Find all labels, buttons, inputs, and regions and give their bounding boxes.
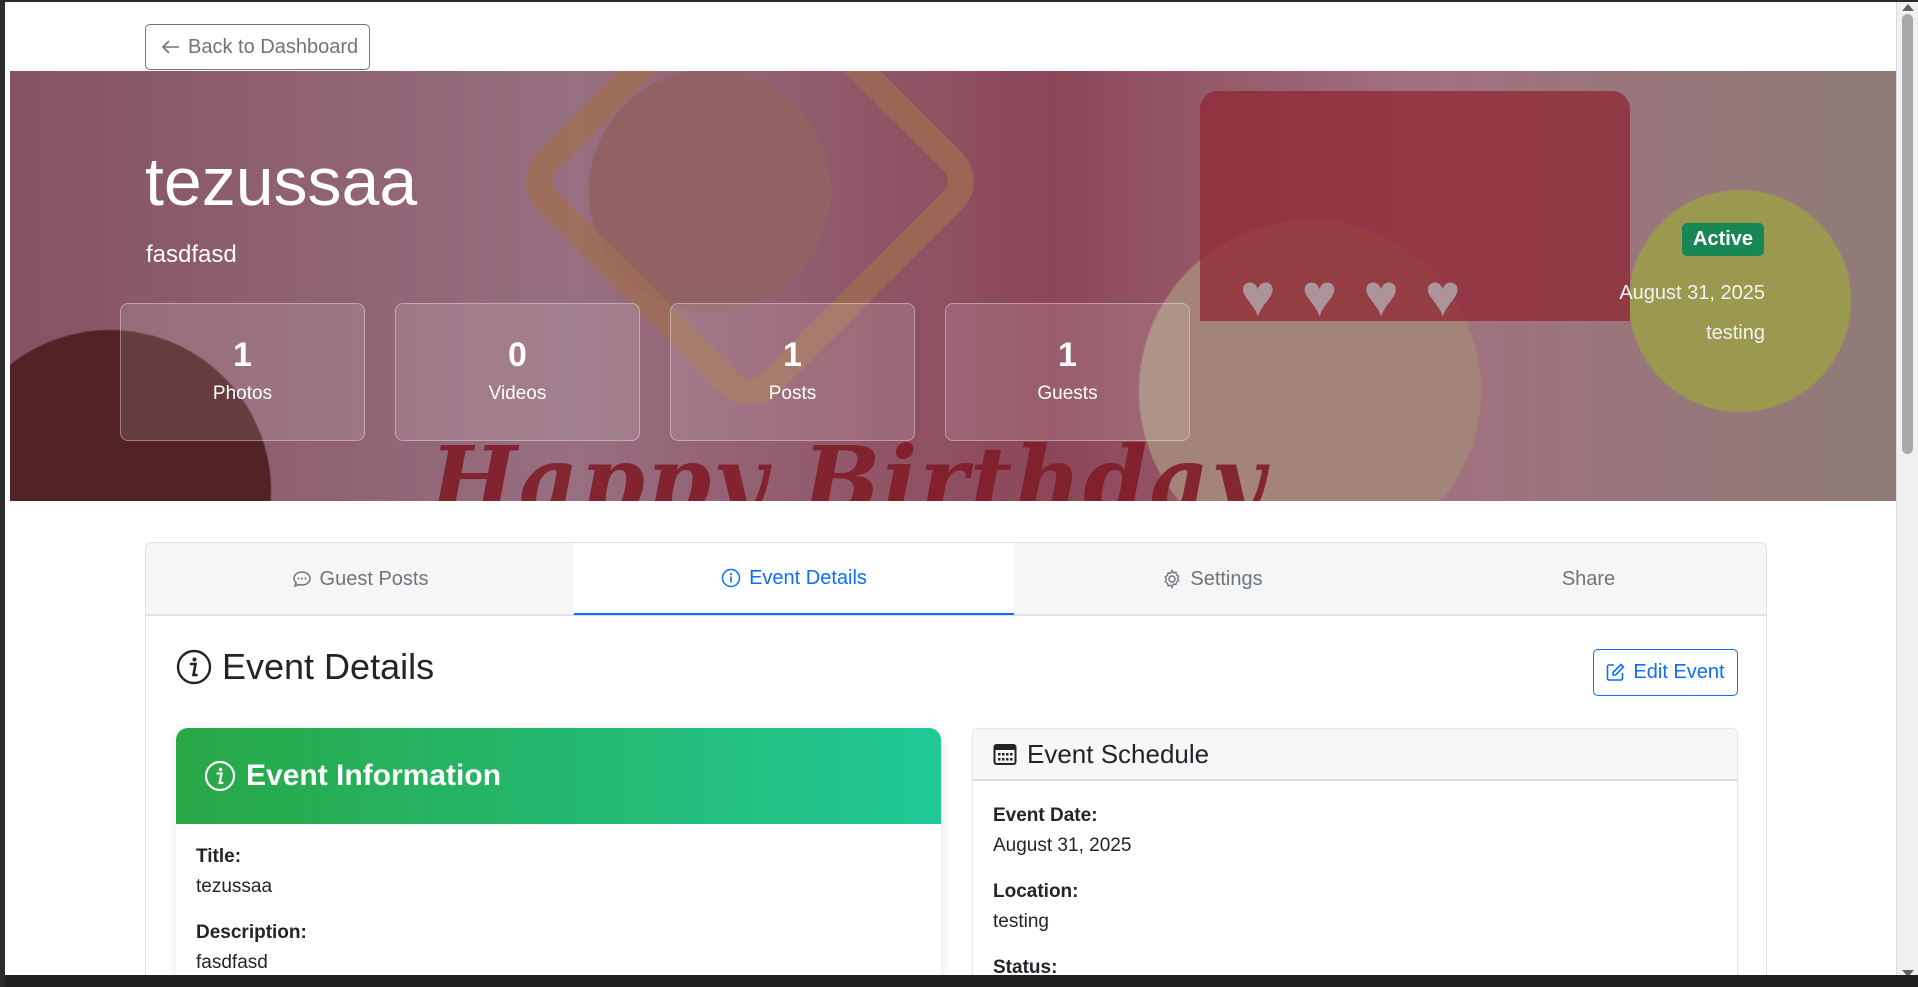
card-body: Event Date: August 31, 2025 Location: te… xyxy=(973,781,1737,979)
info-icon xyxy=(721,568,741,588)
status-badge: Active xyxy=(1682,223,1765,256)
stat-label: Guests xyxy=(1037,383,1098,404)
card-title: Event Information xyxy=(246,759,502,792)
taskbar-strip xyxy=(5,975,1918,987)
stat-value: 1 xyxy=(783,336,802,374)
tab-label: Settings xyxy=(1190,567,1263,590)
field-description: Description: fasdfasd xyxy=(196,922,921,974)
event-information-header: Event Information xyxy=(176,728,941,824)
event-tabs: Guest Posts Event Details Settings Share xyxy=(145,542,1767,616)
info-icon xyxy=(176,649,212,685)
field-value: August 31, 2025 xyxy=(993,835,1132,856)
event-cover-image: ♥♥♥♥ Happy Birthday tezussaa fasdfasd 1 … xyxy=(10,71,1902,501)
field-location: Location: testing xyxy=(993,881,1717,933)
tab-label: Guest Posts xyxy=(319,567,429,590)
stat-photos: 1 Photos xyxy=(120,303,365,441)
field-event-date: Event Date: August 31, 2025 xyxy=(993,805,1717,857)
stat-value: 1 xyxy=(1058,336,1077,374)
edit-icon xyxy=(1607,663,1626,681)
tab-guest-posts[interactable]: Guest Posts xyxy=(146,543,574,615)
field-label: Location: xyxy=(993,881,1079,902)
field-title: Title: tezussaa xyxy=(196,846,921,898)
calendar-icon xyxy=(993,744,1017,765)
event-schedule-card: Event Schedule Event Date: August 31, 20… xyxy=(972,728,1738,987)
stat-videos: 0 Videos xyxy=(395,303,640,441)
event-location: testing xyxy=(1706,322,1765,344)
field-value: tezussaa xyxy=(196,876,273,897)
gear-icon xyxy=(1164,569,1181,589)
arrow-left-icon xyxy=(162,40,179,54)
browser-viewport: Back to Dashboard ♥♥♥♥ Happy Birthday te… xyxy=(0,0,1918,987)
stat-label: Posts xyxy=(768,383,817,404)
event-schedule-header: Event Schedule xyxy=(973,729,1737,781)
back-to-dashboard-button[interactable]: Back to Dashboard xyxy=(145,24,370,70)
stat-value: 0 xyxy=(508,336,527,374)
tab-event-details[interactable]: Event Details xyxy=(574,543,1014,615)
edit-button-label: Edit Event xyxy=(1633,661,1725,683)
event-subtitle: fasdfasd xyxy=(146,241,237,268)
back-button-label: Back to Dashboard xyxy=(188,35,359,58)
section-title-text: Event Details xyxy=(222,646,435,687)
scrollbar-thumb[interactable] xyxy=(1902,14,1913,454)
field-label: Event Date: xyxy=(993,805,1098,826)
stat-posts: 1 Posts xyxy=(670,303,915,441)
chat-icon xyxy=(292,571,311,588)
tab-share[interactable]: Share xyxy=(1411,543,1766,615)
card-body: Title: tezussaa Description: fasdfasd xyxy=(176,824,941,974)
tab-label: Share xyxy=(1561,567,1616,590)
info-icon xyxy=(204,760,236,792)
field-label: Description: xyxy=(196,922,307,943)
vertical-scrollbar[interactable] xyxy=(1896,2,1918,987)
stat-value: 1 xyxy=(233,336,252,374)
event-title: tezussaa xyxy=(145,144,418,220)
field-value: fasdfasd xyxy=(196,952,268,973)
event-information-card: Event Information Title: tezussaa Descri… xyxy=(176,728,941,987)
field-label: Title: xyxy=(196,846,242,867)
stat-label: Photos xyxy=(212,383,273,404)
event-details-panel: Event Details Edit Event Event Informati… xyxy=(145,616,1767,987)
tab-label: Event Details xyxy=(749,566,867,589)
event-date: August 31, 2025 xyxy=(1619,282,1765,304)
stat-guests: 1 Guests xyxy=(945,303,1190,441)
tab-settings[interactable]: Settings xyxy=(1014,543,1411,615)
edit-event-button[interactable]: Edit Event xyxy=(1593,649,1738,696)
section-title: Event Details xyxy=(176,646,434,688)
card-title: Event Schedule xyxy=(1027,738,1210,769)
scroll-up-icon[interactable] xyxy=(1902,4,1914,11)
field-value: testing xyxy=(993,911,1049,932)
stat-label: Videos xyxy=(488,383,547,404)
